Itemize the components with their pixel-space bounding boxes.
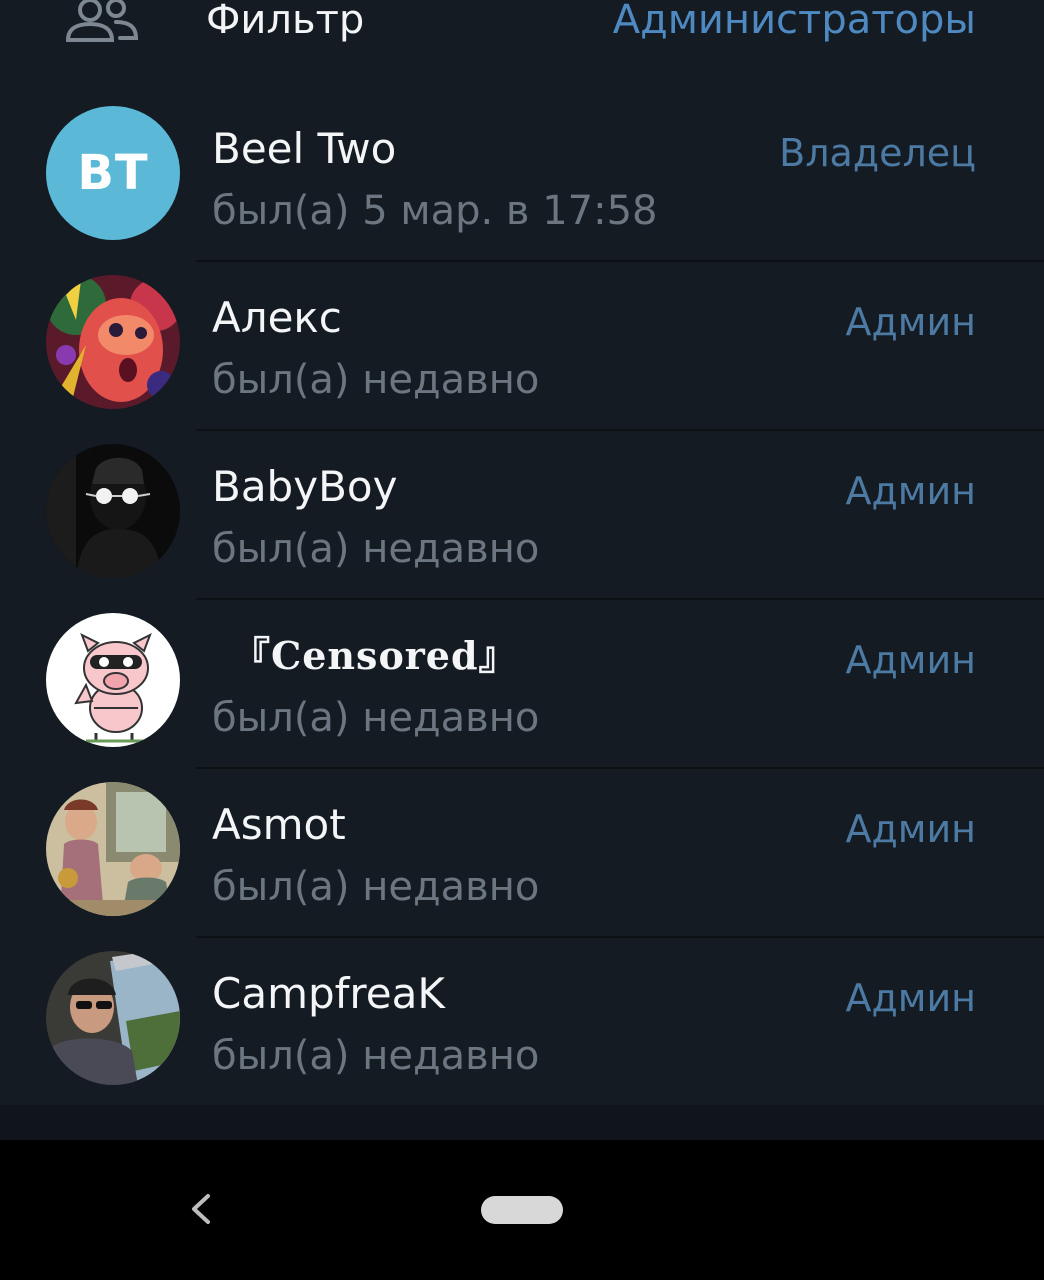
member-role: Владелец bbox=[779, 131, 976, 175]
avatar bbox=[46, 444, 180, 578]
member-row-campfreak[interactable]: CampfreaK был(а) недавно Админ bbox=[0, 936, 1044, 1105]
member-status: был(а) 5 мар. в 17:58 bbox=[212, 188, 658, 234]
filter-row[interactable]: Фильтр Администраторы bbox=[0, 0, 1044, 91]
avatar bbox=[46, 951, 180, 1085]
member-status: был(а) недавно bbox=[212, 357, 540, 403]
filter-label: Фильтр bbox=[206, 0, 365, 43]
system-navigation-bar bbox=[0, 1140, 1044, 1280]
member-row-asmot[interactable]: Asmot был(а) недавно Админ bbox=[0, 767, 1044, 936]
member-name: BabyBoy bbox=[212, 462, 398, 511]
member-name: Asmot bbox=[212, 800, 346, 849]
admin-list-screen: Фильтр Администраторы BT Beel Two был(а)… bbox=[0, 0, 1044, 1280]
member-status: был(а) недавно bbox=[212, 695, 540, 741]
avatar bbox=[46, 613, 180, 747]
row-divider bbox=[196, 767, 1044, 769]
row-divider bbox=[196, 936, 1044, 938]
member-status: был(а) недавно bbox=[212, 526, 540, 572]
row-divider bbox=[196, 598, 1044, 600]
member-status: был(а) недавно bbox=[212, 1033, 540, 1079]
psychedelic-face-art-image bbox=[46, 275, 180, 409]
list-bottom-gap bbox=[0, 1105, 1044, 1140]
avatar-initials: BT bbox=[46, 106, 180, 240]
member-row-beel-two[interactable]: BT Beel Two был(а) 5 мар. в 17:58 Владел… bbox=[0, 91, 1044, 260]
member-role: Админ bbox=[845, 638, 976, 682]
member-role: Админ bbox=[845, 976, 976, 1020]
row-divider bbox=[196, 429, 1044, 431]
home-pill-icon[interactable] bbox=[481, 1196, 563, 1224]
member-role: Админ bbox=[845, 300, 976, 344]
member-status: был(а) недавно bbox=[212, 864, 540, 910]
member-name: CampfreaK bbox=[212, 969, 445, 1018]
man-in-car-image bbox=[46, 951, 180, 1085]
row-divider bbox=[196, 260, 1044, 262]
member-list: BT Beel Two был(а) 5 мар. в 17:58 Владел… bbox=[0, 91, 1044, 1105]
member-name: Алекс bbox=[212, 293, 342, 342]
member-name: Beel Two bbox=[212, 124, 397, 173]
filter-value[interactable]: Администраторы bbox=[613, 0, 976, 50]
avatar bbox=[46, 275, 180, 409]
member-row-babyboy[interactable]: BabyBoy был(а) недавно Админ bbox=[0, 429, 1044, 598]
vintage-illustration-image bbox=[46, 782, 180, 916]
group-icon bbox=[65, 0, 139, 42]
member-row-aleks[interactable]: Алекс был(а) недавно Админ bbox=[0, 260, 1044, 429]
member-role: Админ bbox=[845, 807, 976, 851]
avatar: BT bbox=[46, 106, 180, 240]
cartoon-pig-image bbox=[46, 613, 180, 747]
dark-silhouette-image bbox=[46, 444, 180, 578]
member-name: 『Censored』 bbox=[232, 633, 518, 678]
back-chevron-icon[interactable] bbox=[186, 1192, 216, 1226]
avatar bbox=[46, 782, 180, 916]
member-role: Админ bbox=[845, 469, 976, 513]
member-row-censored[interactable]: 『Censored』 был(а) недавно Админ bbox=[0, 598, 1044, 767]
